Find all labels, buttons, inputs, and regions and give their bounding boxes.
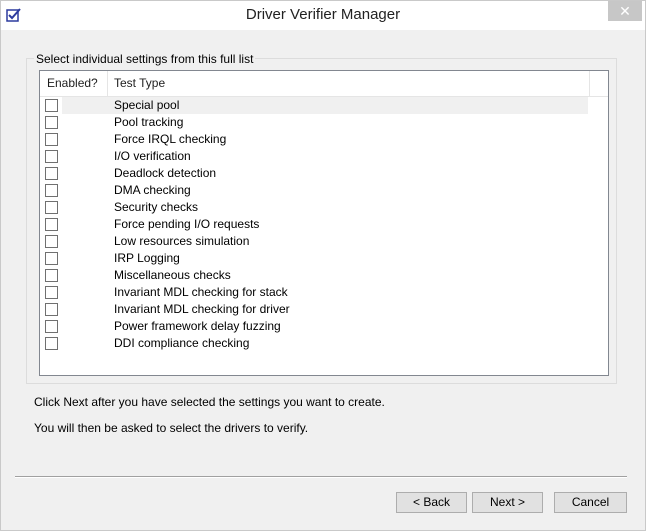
- enabled-checkbox[interactable]: [45, 235, 58, 248]
- list-item[interactable]: Miscellaneous checks: [40, 267, 588, 284]
- window-title: Driver Verifier Manager: [245, 6, 401, 23]
- list-item[interactable]: DDI compliance checking: [40, 335, 588, 352]
- info-text-drivers: You will then be asked to select the dri…: [34, 421, 309, 435]
- enabled-checkbox[interactable]: [45, 286, 58, 299]
- list-item[interactable]: Pool tracking: [40, 114, 588, 131]
- enabled-checkbox[interactable]: [45, 201, 58, 214]
- test-type-label: DDI compliance checking: [114, 336, 250, 350]
- test-type-label: Special pool: [114, 98, 180, 112]
- dialog-window: Driver Verifier Manager ✕ Select individ…: [0, 0, 646, 531]
- list-item[interactable]: Special pool: [45, 97, 588, 114]
- list-item[interactable]: DMA checking: [40, 182, 588, 199]
- list-item[interactable]: Security checks: [40, 199, 588, 216]
- enabled-checkbox[interactable]: [45, 99, 58, 112]
- title-bar[interactable]: Driver Verifier Manager ✕: [1, 1, 645, 30]
- groupbox-legend: Select individual settings from this ful…: [34, 52, 256, 66]
- list-item[interactable]: Force IRQL checking: [40, 131, 588, 148]
- list-rows: Special pool Pool tracking Force IRQL chec…: [40, 97, 608, 352]
- list-item[interactable]: IRP Logging: [40, 250, 588, 267]
- list-item[interactable]: Invariant MDL checking for driver: [40, 301, 588, 318]
- list-item[interactable]: Low resources simulation: [40, 233, 588, 250]
- enabled-checkbox[interactable]: [45, 320, 58, 333]
- enabled-checkbox[interactable]: [45, 116, 58, 129]
- test-type-label: Low resources simulation: [114, 234, 250, 248]
- list-item[interactable]: Deadlock detection: [40, 165, 588, 182]
- test-type-label: Deadlock detection: [114, 166, 217, 180]
- back-button[interactable]: < Back: [396, 492, 467, 513]
- column-header-filler: [590, 71, 608, 96]
- list-item[interactable]: Force pending I/O requests: [40, 216, 588, 233]
- enabled-checkbox[interactable]: [45, 218, 58, 231]
- enabled-checkbox[interactable]: [45, 252, 58, 265]
- enabled-checkbox[interactable]: [45, 167, 58, 180]
- close-icon: ✕: [619, 3, 631, 19]
- test-type-label: Force pending I/O requests: [114, 217, 260, 231]
- test-type-label: Power framework delay fuzzing: [114, 319, 281, 333]
- test-type-listview[interactable]: Enabled? Test Type Special pool Pool trac…: [39, 70, 609, 376]
- list-item[interactable]: Power framework delay fuzzing: [40, 318, 588, 335]
- column-header-test-type[interactable]: Test Type: [108, 71, 590, 96]
- list-item[interactable]: Invariant MDL checking for stack: [40, 284, 588, 301]
- next-button[interactable]: Next >: [472, 492, 543, 513]
- test-type-label: DMA checking: [114, 183, 191, 197]
- close-button[interactable]: ✕: [608, 1, 642, 21]
- enabled-checkbox[interactable]: [45, 269, 58, 282]
- test-type-label: IRP Logging: [114, 251, 180, 265]
- info-text-next: Click Next after you have selected the s…: [34, 395, 385, 409]
- column-header-enabled[interactable]: Enabled?: [40, 71, 108, 96]
- test-type-label: Pool tracking: [114, 115, 184, 129]
- enabled-checkbox[interactable]: [45, 150, 58, 163]
- enabled-checkbox[interactable]: [45, 133, 58, 146]
- list-item[interactable]: I/O verification: [40, 148, 588, 165]
- cancel-button[interactable]: Cancel: [554, 492, 627, 513]
- enabled-checkbox[interactable]: [45, 303, 58, 316]
- test-type-label: Invariant MDL checking for stack: [114, 285, 288, 299]
- test-type-label: Security checks: [114, 200, 199, 214]
- test-type-label: I/O verification: [114, 149, 191, 163]
- enabled-checkbox[interactable]: [45, 337, 58, 350]
- test-type-label: Force IRQL checking: [114, 132, 227, 146]
- separator-line: [15, 476, 627, 478]
- list-header: Enabled? Test Type: [40, 71, 608, 97]
- test-type-label: Invariant MDL checking for driver: [114, 302, 290, 316]
- test-type-label: Miscellaneous checks: [114, 268, 231, 282]
- enabled-checkbox[interactable]: [45, 184, 58, 197]
